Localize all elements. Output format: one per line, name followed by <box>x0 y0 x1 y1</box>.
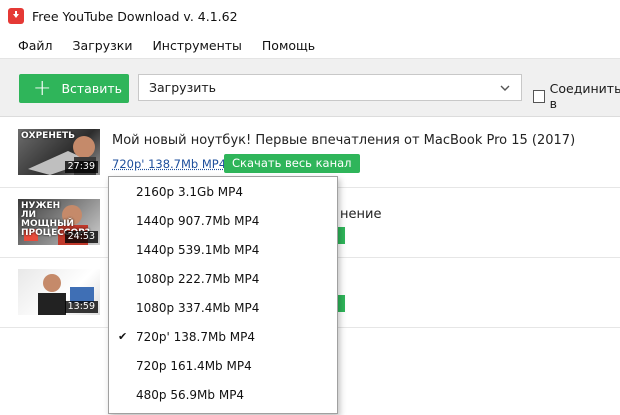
quality-dropdown: 2160p 3.1Gb MP4 1440p 907.7Mb MP4 1440p … <box>108 176 338 414</box>
download-type-value: Загрузить <box>149 80 216 95</box>
toolbar: + Вставить Загрузить Соединить в <box>0 58 620 117</box>
app-download-icon <box>8 8 24 24</box>
quality-option[interactable]: 1080p 337.4Mb MP4 <box>109 293 337 322</box>
quality-option[interactable]: 720p 161.4Mb MP4 <box>109 351 337 380</box>
video-title: Мой новый ноутбук! Первые впечатления от… <box>112 133 576 148</box>
menu-tools[interactable]: Инструменты <box>152 38 241 53</box>
video-duration: 24:53 <box>64 231 98 243</box>
video-thumbnail[interactable]: 13:59 <box>18 269 100 315</box>
merge-label: Соединить в <box>549 81 620 111</box>
window-title: Free YouTube Download v. 4.1.62 <box>32 8 238 24</box>
paste-button-label: Вставить <box>61 81 122 96</box>
thumbnail-caption: НУЖЕН ЛИ МОЩНЫЙ ПРОЦЕССОР? <box>21 201 90 238</box>
video-title-partial: нение <box>340 207 382 222</box>
chevron-down-icon <box>500 85 510 91</box>
video-duration: 27:39 <box>64 161 98 173</box>
checkmark-icon: ✔ <box>118 330 128 343</box>
paste-button[interactable]: + Вставить <box>19 74 129 103</box>
download-channel-button[interactable]: Скачать весь канал <box>224 154 360 173</box>
quality-option[interactable]: 480p 56.9Mb MP4 <box>109 380 337 409</box>
video-thumbnail[interactable]: НУЖЕН ЛИ МОЩНЫЙ ПРОЦЕССОР? 24:53 <box>18 199 100 245</box>
video-duration: 13:59 <box>64 301 98 313</box>
quality-option[interactable]: 1440p 907.7Mb MP4 <box>109 206 337 235</box>
quality-option[interactable]: 2160p 3.1Gb MP4 <box>109 177 337 206</box>
video-thumbnail[interactable]: ОХРЕНЕТЬ 27:39 <box>18 129 100 175</box>
quality-option[interactable]: 1080p 222.7Mb MP4 <box>109 264 337 293</box>
menu-downloads[interactable]: Загрузки <box>73 38 133 53</box>
checkbox-box[interactable] <box>533 89 545 103</box>
thumbnail-caption: ОХРЕНЕТЬ <box>21 131 76 141</box>
title-bar: Free YouTube Download v. 4.1.62 <box>0 0 620 32</box>
plus-icon: + <box>33 75 52 101</box>
quality-selector-link[interactable]: 720p' 138.7Mb MP4 <box>112 157 226 171</box>
quality-option[interactable]: 1440p 539.1Mb MP4 <box>109 235 337 264</box>
menu-bar: Файл Загрузки Инструменты Помощь <box>0 32 620 58</box>
merge-checkbox[interactable]: Соединить в <box>533 81 620 111</box>
quality-option-selected[interactable]: ✔ 720p' 138.7Mb MP4 <box>109 322 337 351</box>
menu-file[interactable]: Файл <box>18 38 53 53</box>
menu-help[interactable]: Помощь <box>262 38 315 53</box>
download-type-select[interactable]: Загрузить <box>138 74 522 101</box>
